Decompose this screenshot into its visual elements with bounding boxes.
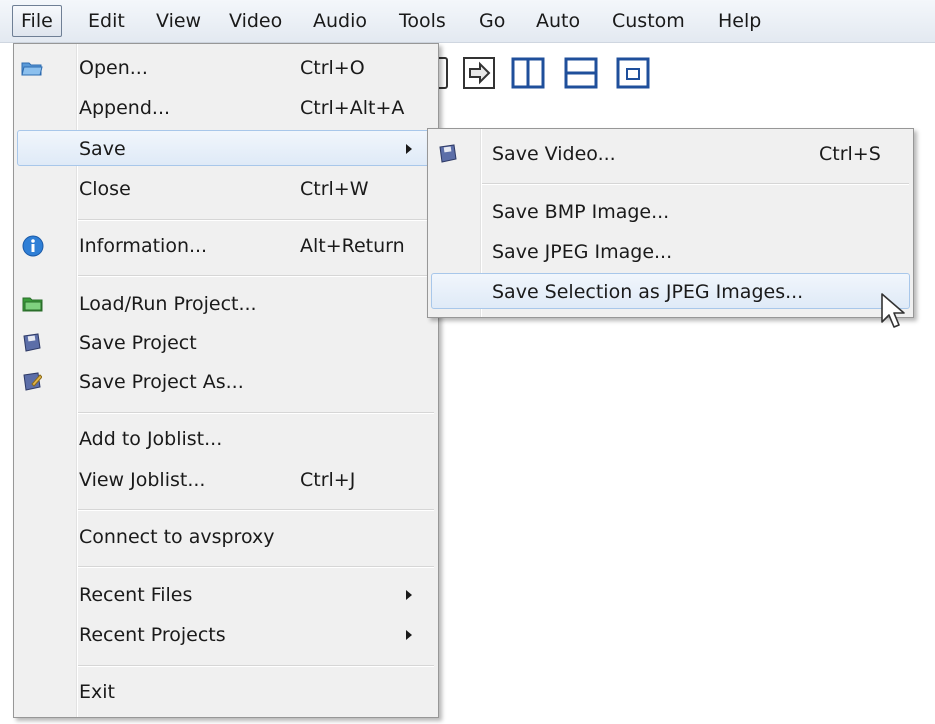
menu-separator [482, 183, 909, 185]
floppy-disk-edit-icon [23, 372, 42, 391]
menu-edit[interactable]: Edit [80, 5, 133, 37]
menu-item-exit[interactable]: Exit [17, 674, 435, 710]
split-vertical-icon[interactable] [511, 56, 545, 90]
save-submenu: Save Video... Ctrl+S Save BMP Image... S… [427, 128, 914, 318]
project-folder-icon [22, 297, 43, 312]
menu-item-label: Save JPEG Image... [492, 241, 673, 263]
window-layout-icon[interactable] [616, 56, 650, 90]
menu-item-connect-avsproxy[interactable]: Connect to avsproxy [17, 519, 435, 555]
submenu-arrow-icon [406, 630, 412, 640]
menu-item-label: Open... [79, 57, 148, 79]
shortcut-text: Ctrl+W [300, 178, 369, 200]
menu-help[interactable]: Help [710, 5, 769, 37]
menu-item-add-to-joblist[interactable]: Add to Joblist... [17, 421, 435, 457]
menu-item-label: Recent Files [79, 584, 193, 606]
menu-item-save-bmp[interactable]: Save BMP Image... [431, 194, 910, 230]
menu-item-label: View Joblist... [79, 469, 206, 491]
menu-item-label: Close [79, 178, 131, 200]
menu-separator [78, 509, 434, 511]
floppy-disk-icon [23, 333, 41, 352]
menu-audio[interactable]: Audio [305, 5, 375, 37]
menu-item-save[interactable]: Save [17, 130, 435, 166]
menu-video[interactable]: Video [221, 5, 290, 37]
menu-item-save-jpeg[interactable]: Save JPEG Image... [431, 234, 910, 270]
menu-tools[interactable]: Tools [391, 5, 454, 37]
menu-go[interactable]: Go [471, 5, 513, 37]
menu-auto[interactable]: Auto [528, 5, 588, 37]
menu-item-information[interactable]: Information... Alt+Return [17, 228, 435, 264]
menu-separator [78, 275, 434, 277]
file-menu: Open... Ctrl+O Append... Ctrl+Alt+A Save… [13, 43, 439, 718]
menu-separator [78, 665, 434, 667]
menu-bar: File Edit View Video Audio Tools Go Auto… [0, 0, 935, 43]
menu-separator [78, 412, 434, 414]
shortcut-text: Ctrl+Alt+A [300, 97, 405, 119]
menu-item-label: Save Selection as JPEG Images... [492, 281, 804, 303]
menu-item-view-joblist[interactable]: View Joblist... Ctrl+J [17, 462, 435, 498]
menu-item-label: Load/Run Project... [79, 293, 257, 315]
floppy-disk-icon [439, 144, 457, 163]
shortcut-text: Ctrl+J [300, 469, 356, 491]
menu-item-label: Save [79, 138, 126, 160]
shortcut-text: Alt+Return [300, 235, 405, 257]
menu-item-save-video[interactable]: Save Video... Ctrl+S [431, 136, 910, 172]
split-horizontal-icon[interactable] [564, 56, 598, 90]
menu-separator [78, 566, 434, 568]
menu-item-close[interactable]: Close Ctrl+W [17, 171, 435, 207]
menu-item-label: Exit [79, 681, 115, 703]
menu-item-save-project-as[interactable]: Save Project As... [17, 364, 435, 400]
menu-item-append[interactable]: Append... Ctrl+Alt+A [17, 90, 435, 126]
menu-item-label: Save Project [79, 332, 197, 354]
menu-item-label: Save BMP Image... [492, 201, 670, 223]
menu-item-recent-projects[interactable]: Recent Projects [17, 617, 435, 653]
menu-item-label: Save Video... [492, 143, 616, 165]
menu-item-open[interactable]: Open... Ctrl+O [17, 50, 435, 86]
mouse-cursor-icon [881, 293, 905, 328]
menu-item-label: Connect to avsproxy [79, 526, 275, 548]
menu-file[interactable]: File [12, 5, 62, 37]
menu-item-label: Append... [79, 97, 171, 119]
menu-item-load-run-project[interactable]: Load/Run Project... [17, 286, 435, 322]
shortcut-text: Ctrl+S [819, 143, 881, 165]
menu-custom[interactable]: Custom [604, 5, 693, 37]
menu-item-label: Recent Projects [79, 624, 226, 646]
menu-view[interactable]: View [148, 5, 209, 37]
menu-item-save-project[interactable]: Save Project [17, 325, 435, 361]
menu-item-label: Information... [79, 235, 208, 257]
submenu-arrow-icon [406, 590, 412, 600]
menu-item-label: Add to Joblist... [79, 428, 223, 450]
menu-item-recent-files[interactable]: Recent Files [17, 577, 435, 613]
open-folder-icon [21, 62, 43, 76]
next-frame-icon[interactable] [462, 56, 496, 90]
menu-item-save-selection-jpeg[interactable]: Save Selection as JPEG Images... [431, 273, 910, 309]
menu-item-label: Save Project As... [79, 371, 244, 393]
submenu-arrow-icon [406, 144, 412, 154]
shortcut-text: Ctrl+O [300, 57, 365, 79]
menu-separator [78, 219, 434, 221]
info-icon [22, 235, 44, 257]
